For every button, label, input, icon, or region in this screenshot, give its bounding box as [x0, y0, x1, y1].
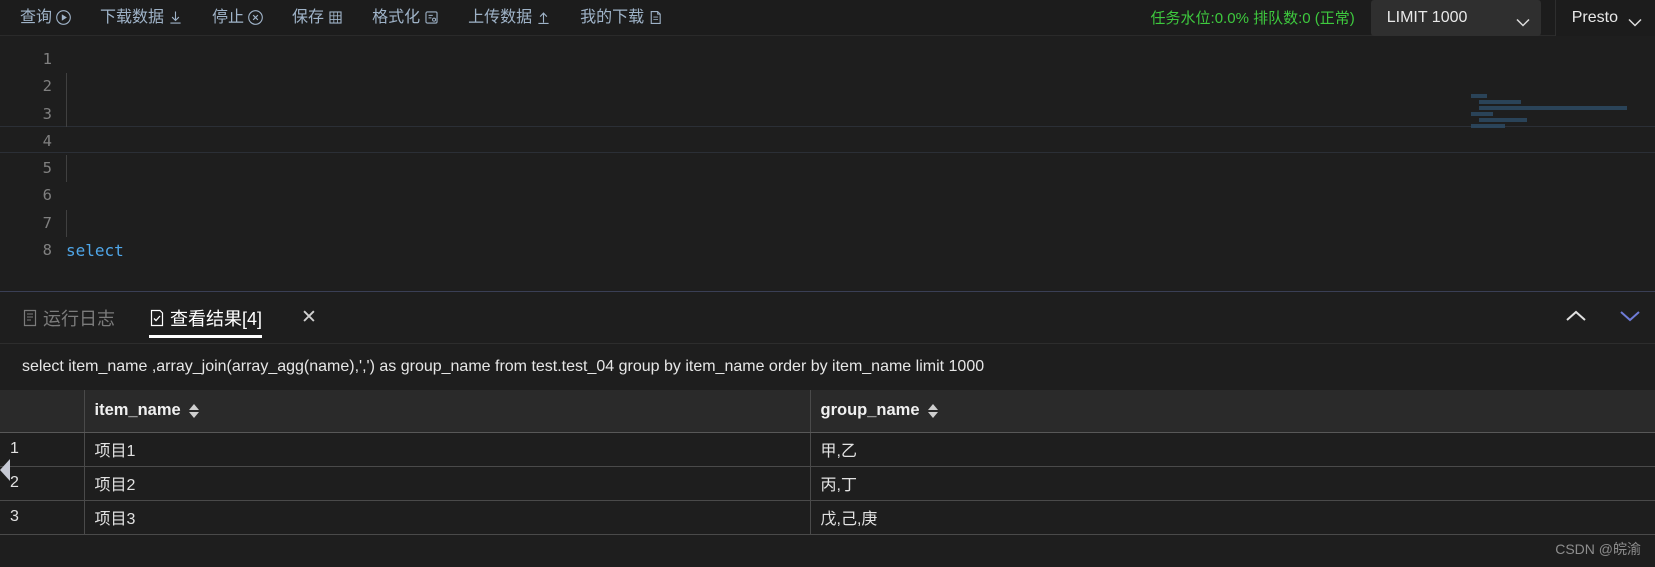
header-index — [0, 390, 85, 433]
grid-save-icon — [327, 9, 344, 26]
code-content[interactable]: select item_name ,array_join(array_agg(n… — [66, 46, 1655, 291]
result-grid-wrap: item_name group_name 1 项目1 甲,乙 2 项目2 丙,丁… — [0, 390, 1655, 535]
cell-group-name[interactable]: 戊,己,庚 — [810, 500, 1655, 535]
result-document-icon — [149, 309, 165, 327]
stop-circle-icon — [247, 9, 264, 26]
cell-group-name[interactable]: 丙,丁 — [810, 466, 1655, 501]
tab-run-log[interactable]: 运行日志 — [22, 292, 115, 344]
panel-expand-icon[interactable] — [1619, 309, 1641, 327]
code-minimap[interactable] — [1471, 94, 1649, 138]
code-line-1: select — [66, 241, 124, 261]
upload-data-button[interactable]: 上传数据 — [454, 5, 566, 30]
download-arrow-icon — [167, 9, 184, 26]
result-panel: 运行日志 查看结果[4] ✕ select item_name ,array_j… — [0, 291, 1655, 567]
result-table: item_name group_name 1 项目1 甲,乙 2 项目2 丙,丁… — [0, 390, 1655, 535]
panel-controls — [1565, 292, 1641, 344]
line-number: 8 — [42, 241, 52, 260]
result-table-head: item_name group_name — [0, 390, 1655, 433]
executed-sql-text: select item_name ,array_join(array_agg(n… — [22, 358, 985, 375]
result-table-body: 1 项目1 甲,乙 2 项目2 丙,丁 3 项目3 戊,己,庚 — [0, 432, 1655, 535]
line-number: 5 — [42, 159, 52, 178]
play-circle-icon — [55, 9, 72, 26]
download-data-label: 下载数据 — [100, 8, 165, 26]
engine-dropdown[interactable]: Presto — [1554, 0, 1655, 36]
indent-guide — [66, 100, 67, 127]
table-row[interactable]: 2 项目2 丙,丁 — [0, 466, 1655, 501]
table-row[interactable]: 3 项目3 戊,己,庚 — [0, 500, 1655, 535]
main-toolbar: 查询 下载数据 停止 保存 格式化 上传数据 我的下载 任务水位:0.0% 排队… — [0, 0, 1655, 36]
sql-query-ide: 查询 下载数据 停止 保存 格式化 上传数据 我的下载 任务水位:0.0% 排队… — [0, 0, 1655, 567]
chevron-down-icon — [1516, 14, 1530, 27]
save-button[interactable]: 保存 — [278, 5, 358, 30]
limit-dropdown[interactable]: LIMIT 1000 — [1370, 0, 1541, 36]
engine-value: Presto — [1571, 8, 1618, 26]
line-number: 1 — [42, 50, 52, 68]
panel-collapse-icon[interactable] — [1565, 309, 1587, 327]
line-number: 3 — [42, 104, 52, 123]
log-document-icon — [22, 309, 38, 327]
task-status-text: 任务水位:0.0% 排队数:0 (正常) — [1150, 10, 1355, 27]
format-button[interactable]: 格式化 — [358, 5, 454, 30]
line-number: 4 — [42, 131, 52, 150]
indent-guide — [66, 210, 67, 237]
sql-editor[interactable]: 1 2 3 4 5 6 7 8 select item_name ,array_… — [0, 36, 1655, 291]
sort-toggle-group-name[interactable] — [927, 403, 938, 418]
row-index: 3 — [0, 500, 85, 535]
upload-arrow-icon — [535, 9, 552, 26]
stop-button[interactable]: 停止 — [198, 5, 278, 30]
my-downloads-label: 我的下载 — [580, 8, 645, 26]
sort-toggle-item-name[interactable] — [188, 403, 199, 418]
query-label: 查询 — [20, 8, 53, 26]
header-item-name-label: item_name — [94, 401, 181, 420]
left-drawer-handle[interactable] — [0, 455, 13, 485]
tab-view-results[interactable]: 查看结果[4] — [149, 292, 263, 344]
limit-value: LIMIT 1000 — [1386, 8, 1468, 26]
panel-tab-bar: 运行日志 查看结果[4] ✕ — [0, 292, 1655, 344]
line-number: 2 — [42, 77, 52, 96]
header-group-name-label: group_name — [820, 401, 920, 420]
indent-guide — [66, 73, 67, 100]
format-label: 格式化 — [372, 8, 421, 26]
indent-guide — [66, 155, 67, 182]
chevron-down-icon — [1628, 14, 1642, 27]
cell-group-name[interactable]: 甲,乙 — [810, 432, 1655, 467]
my-downloads-button[interactable]: 我的下载 — [566, 5, 678, 30]
line-number: 7 — [42, 213, 52, 232]
save-label: 保存 — [292, 8, 325, 26]
tab-run-log-label: 运行日志 — [43, 308, 115, 329]
cell-item-name[interactable]: 项目1 — [84, 432, 811, 467]
format-code-icon — [423, 9, 440, 26]
cell-item-name[interactable]: 项目2 — [84, 466, 811, 501]
document-icon — [647, 9, 664, 26]
download-data-button[interactable]: 下载数据 — [86, 5, 198, 30]
tab-close-icon[interactable]: ✕ — [301, 308, 317, 327]
header-item-name[interactable]: item_name — [84, 390, 811, 433]
line-number: 6 — [42, 186, 52, 205]
cell-item-name[interactable]: 项目3 — [84, 500, 811, 535]
tab-view-results-label: 查看结果[4] — [170, 308, 263, 329]
line-number-gutter: 1 2 3 4 5 6 7 8 — [0, 46, 66, 291]
table-row[interactable]: 1 项目1 甲,乙 — [0, 432, 1655, 467]
query-button[interactable]: 查询 — [6, 5, 86, 30]
stop-label: 停止 — [212, 8, 245, 26]
table-header-row: item_name group_name — [0, 390, 1655, 433]
upload-data-label: 上传数据 — [468, 8, 533, 26]
header-group-name[interactable]: group_name — [810, 390, 1655, 433]
